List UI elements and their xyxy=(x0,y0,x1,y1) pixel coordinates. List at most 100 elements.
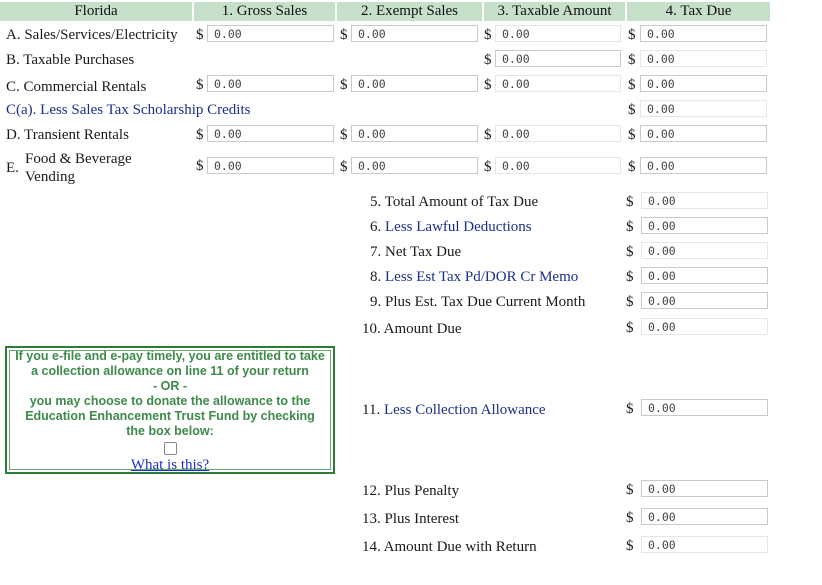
currency-symbol: $ xyxy=(628,77,636,93)
row-c-tax-field[interactable] xyxy=(647,77,766,92)
header-exempt-sales: 2. Exempt Sales xyxy=(337,2,482,21)
row-e-gross-input[interactable] xyxy=(207,157,334,174)
row-a-gross-field[interactable] xyxy=(214,27,333,42)
currency-symbol: $ xyxy=(196,158,204,174)
row-c-label: C. Commercial Rentals xyxy=(6,79,147,95)
line12-input[interactable] xyxy=(641,480,768,497)
line11-field[interactable] xyxy=(648,401,767,416)
row-b-taxable-field[interactable] xyxy=(502,52,620,67)
currency-symbol: $ xyxy=(626,510,634,526)
row-d-taxable-output: 0.00 xyxy=(495,125,621,142)
row-c-taxable-output: 0.00 xyxy=(495,75,621,92)
row-b-tax-output: 0.00 xyxy=(640,50,767,67)
line8-field[interactable] xyxy=(648,269,767,284)
currency-symbol: $ xyxy=(628,159,636,175)
line11-label[interactable]: 11. Less Collection Allowance xyxy=(362,401,546,419)
currency-symbol: $ xyxy=(484,27,492,43)
line6-input[interactable] xyxy=(641,217,768,234)
line8-number: 8. xyxy=(370,269,382,285)
line13-input[interactable] xyxy=(641,508,768,525)
row-a-exempt-input[interactable] xyxy=(351,25,478,42)
line10-value: 0.00 xyxy=(641,318,768,335)
row-c-exempt-input[interactable] xyxy=(351,75,478,92)
row-b-taxable-input[interactable] xyxy=(495,50,621,67)
currency-symbol: $ xyxy=(340,159,348,175)
row-a-gross-input[interactable] xyxy=(207,25,334,42)
line9-label: 9. Plus Est. Tax Due Current Month xyxy=(370,294,586,310)
currency-symbol: $ xyxy=(626,482,634,498)
line8-input[interactable] xyxy=(641,267,768,284)
line12-label: 12. Plus Penalty xyxy=(362,483,460,499)
donate-allowance-checkbox[interactable] xyxy=(163,442,177,455)
row-e-tax-input[interactable] xyxy=(640,157,767,174)
row-d-gross-input[interactable] xyxy=(207,125,334,142)
row-d-exempt-input[interactable] xyxy=(351,125,478,142)
line9-field[interactable] xyxy=(648,294,767,309)
row-e-exempt-input[interactable] xyxy=(351,157,478,174)
currency-symbol: $ xyxy=(626,194,634,210)
currency-symbol: $ xyxy=(626,244,634,260)
row-c-gross-input[interactable] xyxy=(207,75,334,92)
row-b-label: B. Taxable Purchases xyxy=(6,52,135,68)
row-d-tax-input[interactable] xyxy=(640,125,767,142)
line7-value: 0.00 xyxy=(641,242,768,259)
line12-field[interactable] xyxy=(648,482,767,497)
allowance-text-line5: Education Enhancement Trust Fund by chec… xyxy=(25,409,315,423)
currency-symbol: $ xyxy=(340,77,348,93)
currency-symbol: $ xyxy=(340,127,348,143)
line11-link[interactable]: Less Collection Allowance xyxy=(384,402,546,418)
row-e-taxable-output: 0.00 xyxy=(495,157,621,174)
allowance-text-or: - OR - xyxy=(152,379,188,393)
row-d-tax-field[interactable] xyxy=(647,127,766,142)
currency-symbol: $ xyxy=(484,127,492,143)
line13-field[interactable] xyxy=(648,510,767,525)
what-is-this-link[interactable]: What is this? xyxy=(7,458,333,473)
currency-symbol: $ xyxy=(626,294,634,310)
header-taxable-amount: 3. Taxable Amount xyxy=(484,2,625,21)
row-e-exempt-field[interactable] xyxy=(358,159,477,174)
currency-symbol: $ xyxy=(626,538,634,554)
allowance-text-line1: If you e-file and e-pay timely, you are … xyxy=(15,349,325,363)
row-a-exempt-field[interactable] xyxy=(358,27,477,42)
line11-input[interactable] xyxy=(641,399,768,416)
line9-input[interactable] xyxy=(641,292,768,309)
allowance-text-line2: a collection allowance on line 11 of you… xyxy=(31,364,309,378)
row-d-gross-field[interactable] xyxy=(214,127,333,142)
row-e-gross-field[interactable] xyxy=(214,159,333,174)
row-c-exempt-field[interactable] xyxy=(358,77,477,92)
currency-symbol: $ xyxy=(196,127,204,143)
currency-symbol: $ xyxy=(628,52,636,68)
row-c-gross-field[interactable] xyxy=(214,77,333,92)
line5-label: 5. Total Amount of Tax Due xyxy=(370,194,539,210)
row-e-tax-field[interactable] xyxy=(647,159,766,174)
currency-symbol: $ xyxy=(626,320,634,336)
line11-number: 11. xyxy=(362,402,381,418)
line14-value: 0.00 xyxy=(641,536,768,553)
line8-label[interactable]: 8. Less Est Tax Pd/DOR Cr Memo xyxy=(370,268,578,286)
row-d-label: D. Transient Rentals xyxy=(6,127,129,143)
currency-symbol: $ xyxy=(626,401,634,417)
row-d-exempt-field[interactable] xyxy=(358,127,477,142)
row-c-tax-input[interactable] xyxy=(640,75,767,92)
currency-symbol: $ xyxy=(484,159,492,175)
header-state: Florida xyxy=(0,2,192,21)
line7-label: 7. Net Tax Due xyxy=(370,244,462,260)
line8-link[interactable]: Less Est Tax Pd/DOR Cr Memo xyxy=(385,269,578,285)
row-e-prefix: E. xyxy=(6,160,19,176)
currency-symbol: $ xyxy=(628,127,636,143)
currency-symbol: $ xyxy=(626,269,634,285)
line13-label: 13. Plus Interest xyxy=(362,511,460,527)
line6-number: 6. xyxy=(370,219,382,235)
line6-link[interactable]: Less Lawful Deductions xyxy=(385,219,532,235)
collection-allowance-notice: If you e-file and e-pay timely, you are … xyxy=(5,346,335,474)
allowance-text-line4: you may choose to donate the allowance t… xyxy=(29,394,311,408)
header-tax-due: 4. Tax Due xyxy=(627,2,770,21)
line5-value: 0.00 xyxy=(641,192,768,209)
line6-label[interactable]: 6. Less Lawful Deductions xyxy=(370,218,532,236)
line6-field[interactable] xyxy=(648,219,767,234)
row-a-tax-field[interactable] xyxy=(647,27,766,42)
row-a-taxable-output: 0.00 xyxy=(495,25,621,42)
row-ca-label[interactable]: C(a). Less Sales Tax Scholarship Credits xyxy=(6,101,250,119)
line14-label: 14. Amount Due with Return xyxy=(362,539,537,555)
row-a-tax-input[interactable] xyxy=(640,25,767,42)
